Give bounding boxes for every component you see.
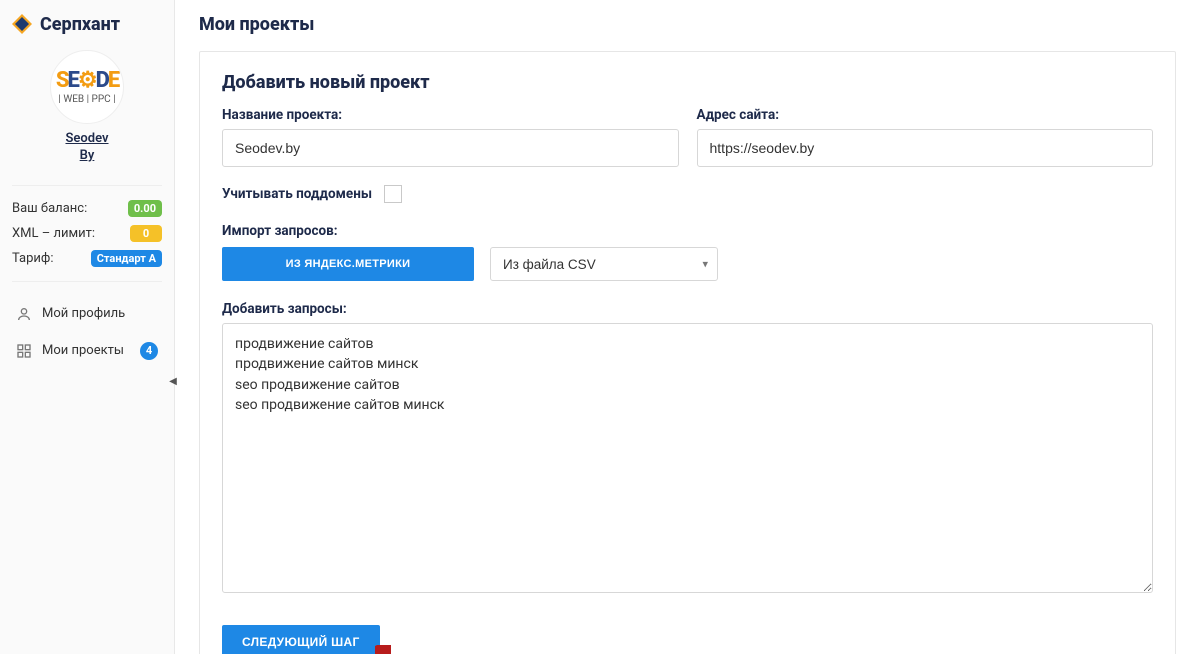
divider — [12, 185, 162, 186]
subdomains-label: Учитывать поддомены — [222, 186, 372, 202]
import-queries-label: Импорт запросов: — [222, 223, 1153, 239]
next-step-button[interactable]: СЛЕДУЮЩИЙ ШАГ — [222, 625, 380, 654]
avatar-subtext: | WEB | PPC | — [56, 94, 118, 106]
sidebar-item-label: Мой профиль — [42, 306, 125, 321]
avatar-logo: SE⚙DE — [56, 68, 118, 94]
sidebar-nav: Мой профиль Мои проекты 4 — [0, 290, 174, 376]
sidebar-item-profile[interactable]: Мой профиль — [8, 298, 166, 330]
main-content: Мои проекты Добавить новый проект Назван… — [175, 0, 1200, 654]
panel-title: Добавить новый проект — [222, 72, 1153, 93]
account-stats: Ваш баланс: 0.00 XML – лимит: 0 Тариф: С… — [0, 194, 174, 273]
projects-count-badge: 4 — [140, 342, 158, 360]
brand-logo-icon — [10, 12, 34, 36]
page-title: Мои проекты — [199, 14, 1176, 35]
new-project-panel: Добавить новый проект Название проекта: … — [199, 51, 1176, 654]
tariff-badge: Стандарт А — [91, 250, 162, 267]
add-queries-label: Добавить запросы: — [222, 301, 1153, 317]
profile-name-link[interactable]: Seodev By — [65, 131, 108, 163]
import-csv-select[interactable]: Из файла CSV — [490, 247, 718, 281]
annotation-arrow-icon — [375, 645, 465, 654]
project-name-input[interactable] — [222, 129, 679, 167]
queries-textarea[interactable] — [222, 323, 1153, 593]
grid-icon — [16, 343, 32, 359]
tariff-label: Тариф: — [12, 251, 54, 266]
sidebar-item-projects[interactable]: Мои проекты 4 — [8, 334, 166, 368]
user-icon — [16, 306, 32, 322]
balance-badge: 0.00 — [128, 200, 162, 217]
divider — [12, 281, 162, 282]
balance-label: Ваш баланс: — [12, 201, 87, 216]
brand-name: Серпхант — [40, 14, 120, 35]
sidebar-item-label: Мои проекты — [42, 343, 124, 358]
import-from-metrika-button[interactable]: ИЗ ЯНДЕКС.МЕТРИКИ — [222, 247, 474, 281]
profile-block: SE⚙DE | WEB | PPC | Seodev By — [0, 44, 174, 177]
xml-limit-badge: 0 — [130, 225, 162, 242]
avatar[interactable]: SE⚙DE | WEB | PPC | — [50, 50, 124, 124]
project-name-label: Название проекта: — [222, 107, 679, 123]
sidebar: Серпхант SE⚙DE | WEB | PPC | Seodev By В… — [0, 0, 175, 654]
sidebar-collapse-handle[interactable]: ◀ — [168, 374, 178, 388]
brand: Серпхант — [0, 6, 174, 44]
site-url-label: Адрес сайта: — [697, 107, 1154, 123]
subdomains-checkbox[interactable] — [384, 185, 402, 203]
xml-limit-label: XML – лимит: — [12, 226, 95, 241]
site-url-input[interactable] — [697, 129, 1154, 167]
